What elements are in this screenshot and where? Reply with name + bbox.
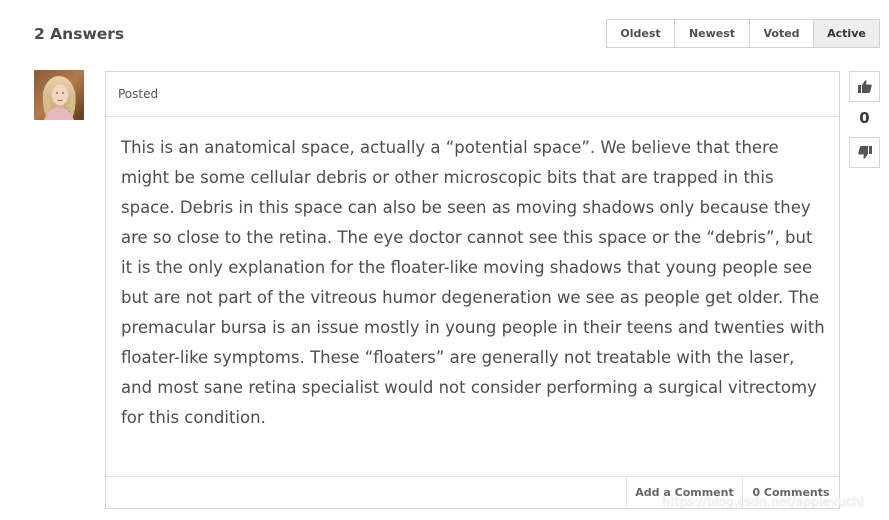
sort-tab-voted[interactable]: Voted: [750, 20, 814, 47]
upvote-button[interactable]: [849, 71, 880, 102]
answer-card: Posted This is an anatomical space, actu…: [105, 71, 840, 509]
answers-section: 2 Answers Oldest Newest Voted Active Pos…: [0, 0, 889, 520]
vote-count: 0: [859, 109, 870, 127]
sort-tab-active[interactable]: Active: [814, 20, 879, 47]
sort-tabs: Oldest Newest Voted Active: [606, 19, 880, 48]
watermark-text: https://blog.csdn.net/appleyuchi: [662, 494, 864, 509]
sort-tab-oldest[interactable]: Oldest: [607, 20, 675, 47]
answer-body-text: This is an anatomical space, actually a …: [121, 138, 825, 427]
posted-label: Posted: [118, 87, 159, 101]
answer-header: Posted: [106, 72, 839, 117]
user-avatar[interactable]: [34, 70, 84, 120]
thumbs-down-icon: [857, 146, 872, 159]
downvote-button[interactable]: [849, 137, 880, 168]
sort-tab-newest[interactable]: Newest: [675, 20, 750, 47]
answers-count-title: 2 Answers: [34, 25, 125, 43]
avatar-photo-icon: [34, 70, 84, 120]
thumbs-up-icon: [857, 80, 872, 93]
